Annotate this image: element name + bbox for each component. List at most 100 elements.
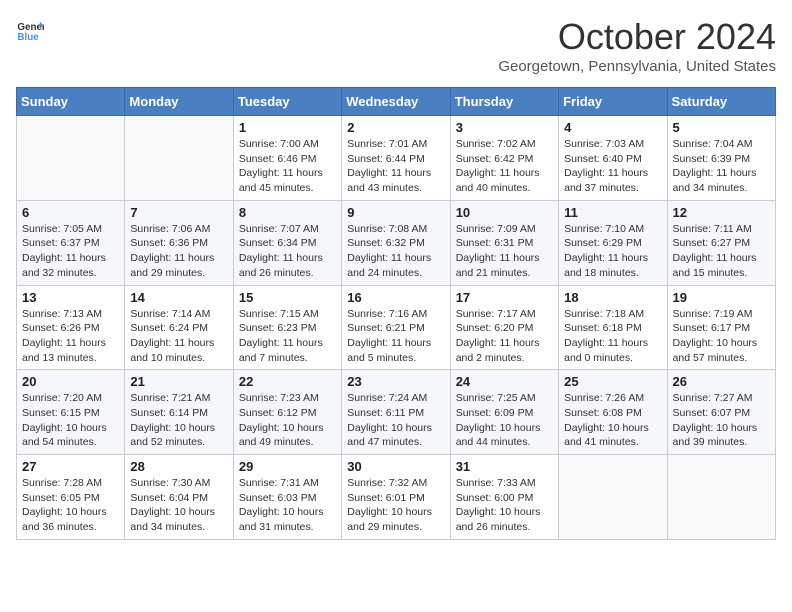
day-number: 6	[22, 205, 119, 220]
day-number: 2	[347, 120, 444, 135]
calendar-day-cell: 6 Sunrise: 7:05 AM Sunset: 6:37 PM Daylig…	[17, 200, 125, 285]
calendar-day-cell: 14Sunrise: 7:14 AM Sunset: 6:24 PM Dayli…	[125, 285, 233, 370]
day-info: Sunrise: 7:19 AM Sunset: 6:17 PM Dayligh…	[673, 307, 770, 366]
day-info: Sunrise: 7:10 AM Sunset: 6:29 PM Dayligh…	[564, 222, 661, 281]
day-number: 25	[564, 374, 661, 389]
calendar-day-cell: 17 Sunrise: 7:17 AM Sunset: 6:20 PM Dayli…	[450, 285, 558, 370]
day-info: Sunrise: 7:31 AM Sunset: 6:03 PM Dayligh…	[239, 476, 336, 535]
logo: General Blue	[16, 16, 44, 44]
calendar-day-cell: 18 Sunrise: 7:18 AM Sunset: 6:18 PM Dayli…	[559, 285, 667, 370]
calendar-week-row: 6 Sunrise: 7:05 AM Sunset: 6:37 PM Daylig…	[17, 200, 776, 285]
day-number: 20	[22, 374, 119, 389]
day-number: 31	[456, 459, 553, 474]
calendar-day-cell: 5 Sunrise: 7:04 AM Sunset: 6:39 PM Daylig…	[667, 116, 775, 201]
calendar-table: SundayMondayTuesdayWednesdayThursdayFrid…	[16, 87, 776, 540]
calendar-day-header: Sunday	[17, 88, 125, 116]
calendar-day-cell: 23Sunrise: 7:24 AM Sunset: 6:11 PM Dayli…	[342, 370, 450, 455]
calendar-day-header: Monday	[125, 88, 233, 116]
day-number: 10	[456, 205, 553, 220]
day-info: Sunrise: 7:05 AM Sunset: 6:37 PM Dayligh…	[22, 222, 119, 281]
calendar-header-row: SundayMondayTuesdayWednesdayThursdayFrid…	[17, 88, 776, 116]
calendar-day-cell: 15 Sunrise: 7:15 AM Sunset: 6:23 PM Dayli…	[233, 285, 341, 370]
day-info: Sunrise: 7:17 AM Sunset: 6:20 PM Dayligh…	[456, 307, 553, 366]
day-number: 23	[347, 374, 444, 389]
calendar-day-cell: 19 Sunrise: 7:19 AM Sunset: 6:17 PM Dayli…	[667, 285, 775, 370]
calendar-day-cell: 24 Sunrise: 7:25 AM Sunset: 6:09 PM Dayli…	[450, 370, 558, 455]
day-info: Sunrise: 7:01 AM Sunset: 6:44 PM Dayligh…	[347, 137, 444, 196]
calendar-day-cell: 28 Sunrise: 7:30 AM Sunset: 6:04 PM Dayli…	[125, 455, 233, 540]
calendar-day-header: Friday	[559, 88, 667, 116]
svg-text:Blue: Blue	[17, 32, 39, 43]
calendar-day-cell: 11 Sunrise: 7:10 AM Sunset: 6:29 PM Dayli…	[559, 200, 667, 285]
calendar-day-cell: 26Sunrise: 7:27 AM Sunset: 6:07 PM Dayli…	[667, 370, 775, 455]
calendar-day-cell: 16 Sunrise: 7:16 AM Sunset: 6:21 PM Dayli…	[342, 285, 450, 370]
calendar-day-cell: 21Sunrise: 7:21 AM Sunset: 6:14 PM Dayli…	[125, 370, 233, 455]
calendar-day-cell	[559, 455, 667, 540]
day-info: Sunrise: 7:27 AM Sunset: 6:07 PM Dayligh…	[673, 391, 770, 450]
calendar-day-cell: 13 Sunrise: 7:13 AM Sunset: 6:26 PM Dayli…	[17, 285, 125, 370]
logo-icon: General Blue	[16, 16, 44, 44]
day-number: 1	[239, 120, 336, 135]
day-number: 27	[22, 459, 119, 474]
calendar-day-cell: 31 Sunrise: 7:33 AM Sunset: 6:00 PM Dayli…	[450, 455, 558, 540]
day-info: Sunrise: 7:25 AM Sunset: 6:09 PM Dayligh…	[456, 391, 553, 450]
day-info: Sunrise: 7:00 AM Sunset: 6:46 PM Dayligh…	[239, 137, 336, 196]
page-header: General Blue October 2024 Georgetown, Pe…	[16, 16, 776, 75]
day-info: Sunrise: 7:09 AM Sunset: 6:31 PM Dayligh…	[456, 222, 553, 281]
calendar-day-cell	[17, 116, 125, 201]
day-number: 15	[239, 290, 336, 305]
day-info: Sunrise: 7:28 AM Sunset: 6:05 PM Dayligh…	[22, 476, 119, 535]
day-info: Sunrise: 7:16 AM Sunset: 6:21 PM Dayligh…	[347, 307, 444, 366]
calendar-day-cell: 1 Sunrise: 7:00 AM Sunset: 6:46 PM Daylig…	[233, 116, 341, 201]
day-number: 30	[347, 459, 444, 474]
calendar-day-header: Saturday	[667, 88, 775, 116]
day-number: 11	[564, 205, 661, 220]
calendar-day-cell: 10 Sunrise: 7:09 AM Sunset: 6:31 PM Dayli…	[450, 200, 558, 285]
day-number: 29	[239, 459, 336, 474]
calendar-week-row: 27 Sunrise: 7:28 AM Sunset: 6:05 PM Dayli…	[17, 455, 776, 540]
day-info: Sunrise: 7:26 AM Sunset: 6:08 PM Dayligh…	[564, 391, 661, 450]
calendar-week-row: 20 Sunrise: 7:20 AM Sunset: 6:15 PM Dayli…	[17, 370, 776, 455]
calendar-day-cell: 4 Sunrise: 7:03 AM Sunset: 6:40 PM Daylig…	[559, 116, 667, 201]
day-info: Sunrise: 7:18 AM Sunset: 6:18 PM Dayligh…	[564, 307, 661, 366]
day-number: 13	[22, 290, 119, 305]
day-number: 17	[456, 290, 553, 305]
title-block: October 2024 Georgetown, Pennsylvania, U…	[498, 16, 776, 75]
day-info: Sunrise: 7:13 AM Sunset: 6:26 PM Dayligh…	[22, 307, 119, 366]
day-info: Sunrise: 7:03 AM Sunset: 6:40 PM Dayligh…	[564, 137, 661, 196]
calendar-day-cell	[667, 455, 775, 540]
calendar-day-cell: 22 Sunrise: 7:23 AM Sunset: 6:12 PM Dayli…	[233, 370, 341, 455]
calendar-day-cell: 30 Sunrise: 7:32 AM Sunset: 6:01 PM Dayli…	[342, 455, 450, 540]
day-number: 9	[347, 205, 444, 220]
day-info: Sunrise: 7:08 AM Sunset: 6:32 PM Dayligh…	[347, 222, 444, 281]
day-info: Sunrise: 7:15 AM Sunset: 6:23 PM Dayligh…	[239, 307, 336, 366]
calendar-day-cell: 25 Sunrise: 7:26 AM Sunset: 6:08 PM Dayli…	[559, 370, 667, 455]
day-info: Sunrise: 7:32 AM Sunset: 6:01 PM Dayligh…	[347, 476, 444, 535]
day-info: Sunrise: 7:33 AM Sunset: 6:00 PM Dayligh…	[456, 476, 553, 535]
calendar-day-cell: 9 Sunrise: 7:08 AM Sunset: 6:32 PM Daylig…	[342, 200, 450, 285]
day-info: Sunrise: 7:07 AM Sunset: 6:34 PM Dayligh…	[239, 222, 336, 281]
month-title: October 2024	[498, 16, 776, 58]
day-info: Sunrise: 7:06 AM Sunset: 6:36 PM Dayligh…	[130, 222, 227, 281]
day-number: 18	[564, 290, 661, 305]
day-number: 22	[239, 374, 336, 389]
calendar-day-header: Tuesday	[233, 88, 341, 116]
day-number: 19	[673, 290, 770, 305]
location: Georgetown, Pennsylvania, United States	[498, 58, 776, 75]
day-info: Sunrise: 7:20 AM Sunset: 6:15 PM Dayligh…	[22, 391, 119, 450]
day-number: 16	[347, 290, 444, 305]
calendar-day-cell: 8Sunrise: 7:07 AM Sunset: 6:34 PM Daylig…	[233, 200, 341, 285]
calendar-day-cell: 12Sunrise: 7:11 AM Sunset: 6:27 PM Dayli…	[667, 200, 775, 285]
day-number: 5	[673, 120, 770, 135]
day-info: Sunrise: 7:04 AM Sunset: 6:39 PM Dayligh…	[673, 137, 770, 196]
day-number: 24	[456, 374, 553, 389]
day-number: 4	[564, 120, 661, 135]
calendar-day-cell: 27 Sunrise: 7:28 AM Sunset: 6:05 PM Dayli…	[17, 455, 125, 540]
day-number: 28	[130, 459, 227, 474]
day-info: Sunrise: 7:14 AM Sunset: 6:24 PM Dayligh…	[130, 307, 227, 366]
day-info: Sunrise: 7:23 AM Sunset: 6:12 PM Dayligh…	[239, 391, 336, 450]
calendar-week-row: 13 Sunrise: 7:13 AM Sunset: 6:26 PM Dayli…	[17, 285, 776, 370]
day-info: Sunrise: 7:21 AM Sunset: 6:14 PM Dayligh…	[130, 391, 227, 450]
day-info: Sunrise: 7:30 AM Sunset: 6:04 PM Dayligh…	[130, 476, 227, 535]
calendar-day-cell: 2 Sunrise: 7:01 AM Sunset: 6:44 PM Daylig…	[342, 116, 450, 201]
